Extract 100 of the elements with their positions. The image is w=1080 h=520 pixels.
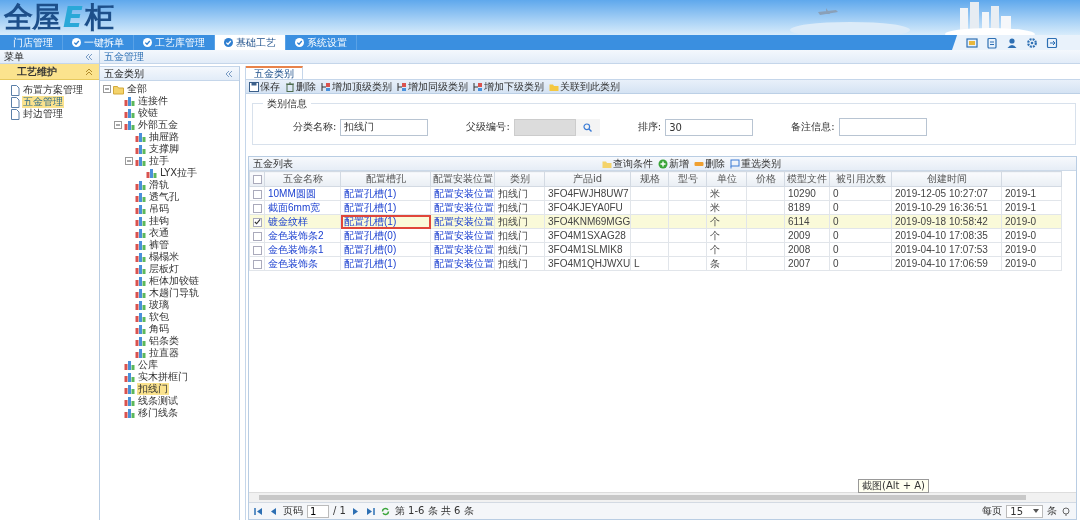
checkbox[interactable] [252, 175, 262, 184]
checkbox[interactable] [252, 189, 262, 199]
page-size-select[interactable]: 15 [1006, 504, 1043, 518]
last-page-button[interactable] [364, 506, 376, 516]
caret-icon [1033, 509, 1039, 513]
table-cell: L [634, 257, 640, 269]
menu-item[interactable]: 五金管理 [22, 96, 64, 108]
toolbar-button[interactable]: 增加下级类别 [473, 80, 544, 93]
tree-item[interactable]: 角码 [148, 323, 170, 335]
column-header[interactable]: 五金名称 [264, 171, 341, 187]
tree-item[interactable]: 公库 [137, 359, 159, 371]
column-header[interactable]: 配置槽孔 [340, 171, 431, 187]
menu-item[interactable]: 封边管理 [22, 108, 64, 120]
table-cell: 个 [710, 243, 720, 255]
table-cell: 2019-0 [1005, 243, 1037, 255]
user-icon[interactable] [1006, 36, 1018, 49]
tree-item[interactable]: 玻璃 [148, 299, 170, 311]
checkbox[interactable] [252, 217, 262, 227]
toolbar-button[interactable]: 删除 [285, 80, 316, 93]
settings-icon[interactable] [1026, 36, 1038, 49]
column-header[interactable]: 型号 [668, 171, 707, 187]
column-header[interactable]: 模型文件 [784, 171, 830, 187]
accordion-header[interactable]: 工艺维护 [0, 64, 99, 80]
input-field[interactable]: 30 [665, 118, 754, 136]
tree-item[interactable]: 裤管 [148, 239, 170, 251]
hierarchy-icon [397, 81, 407, 92]
checkbox[interactable] [252, 259, 262, 269]
column-header[interactable]: 规格 [630, 171, 669, 187]
panel-tab[interactable]: 五金类别 [246, 66, 303, 79]
tree-item[interactable]: 移门线条 [137, 407, 179, 419]
nav-tab[interactable]: 基础工艺 [215, 35, 286, 50]
window-icon[interactable] [966, 36, 978, 49]
first-page-button[interactable] [253, 506, 264, 516]
column-header[interactable]: 单位 [706, 171, 747, 187]
collapse-toggle-icon[interactable] [125, 157, 133, 165]
bar-chart-icon [124, 95, 135, 107]
tree-item[interactable]: 柜体加铰链 [148, 275, 200, 287]
previous-icon [269, 506, 278, 516]
logout-icon[interactable] [1046, 36, 1058, 49]
toolbar-button[interactable]: 查询条件 [602, 157, 653, 170]
tree-item[interactable]: 外部五金 [137, 119, 179, 131]
toolbar-button[interactable]: 关联到此类别 [549, 80, 620, 93]
bar-chart-icon [135, 155, 146, 167]
input-field[interactable]: 扣线门 [340, 118, 429, 136]
column-header[interactable]: 产品id [544, 171, 631, 187]
previous-button[interactable] [268, 506, 279, 516]
tree-item[interactable]: 透气孔 [148, 191, 180, 203]
collapse-toggle-icon[interactable] [114, 121, 122, 129]
toolbar-button[interactable]: 保存 [249, 80, 280, 93]
collapse-icon [225, 69, 233, 78]
tree-item[interactable]: 连接件 [137, 95, 169, 107]
column-header[interactable]: 配置安装位置 [430, 171, 495, 187]
tree-item[interactable]: 木趟门导轨 [148, 287, 200, 299]
tree-item[interactable]: 吊码 [148, 203, 170, 215]
checkbox[interactable] [252, 231, 262, 241]
checkbox[interactable] [252, 203, 262, 213]
tree-item[interactable]: 支撑脚 [148, 143, 180, 155]
column-header[interactable]: 类别 [494, 171, 545, 187]
table-cell: 0 [833, 229, 839, 241]
tree-item[interactable]: 衣通 [148, 227, 170, 239]
collapse-toggle-icon[interactable] [103, 85, 111, 93]
clipboard-icon[interactable] [986, 36, 998, 49]
column-header[interactable]: 创建时间 [891, 171, 1002, 187]
toolbar-button[interactable]: 重选类别 [730, 157, 781, 170]
toolbar-button[interactable]: 删除 [694, 157, 725, 170]
tree-item[interactable]: 抽屉路 [148, 131, 180, 143]
page-count: / 1 [333, 505, 346, 517]
bar-chart-icon [135, 323, 146, 335]
table-cell: 2019-0 [1005, 229, 1037, 241]
tree-item[interactable]: 软包 [148, 311, 170, 323]
table-cell: 3FO4KNM69MGG [548, 215, 630, 227]
table-cell: 扣线门 [498, 243, 528, 255]
tree-item[interactable]: 层板灯 [148, 263, 180, 275]
bar-chart-icon [124, 371, 135, 383]
column-header[interactable]: 价格 [746, 171, 785, 187]
column-header[interactable]: 被引用次数 [829, 171, 892, 187]
menu-item[interactable]: 布置方案管理 [22, 84, 84, 96]
tree-item[interactable]: 拉直器 [148, 347, 180, 359]
page-field[interactable]: 1 [307, 504, 329, 518]
toolbar-button[interactable]: 增加同级类别 [397, 80, 468, 93]
bar-chart-icon [135, 347, 146, 359]
tree-item[interactable]: 实木拼框门 [137, 371, 189, 383]
bar-chart-icon [124, 407, 135, 419]
toolbar-button[interactable]: 增加顶级类别 [321, 80, 392, 93]
checkbox[interactable] [252, 245, 262, 255]
tree-item[interactable]: 滑轨 [148, 179, 170, 191]
tree-item[interactable]: 拉手 [148, 155, 170, 167]
table-cell: 扣线门 [498, 229, 528, 241]
tree-item[interactable]: 榻榻米 [148, 251, 180, 263]
refresh-button[interactable] [379, 506, 391, 516]
tree-item[interactable]: LYX拉手 [159, 167, 199, 179]
tree-item[interactable]: 铝条类 [148, 335, 180, 347]
tree-item[interactable]: 扣线门 [137, 383, 169, 395]
folder-icon [113, 83, 124, 95]
tree-item[interactable]: 挂钩 [148, 215, 170, 227]
toolbar-button[interactable]: 新增 [658, 157, 689, 170]
tree-item[interactable]: 全部 [126, 83, 148, 95]
text-area[interactable] [838, 118, 927, 136]
tree-item[interactable]: 线条测试 [137, 395, 179, 407]
tree-item[interactable]: 铰链 [137, 107, 159, 119]
